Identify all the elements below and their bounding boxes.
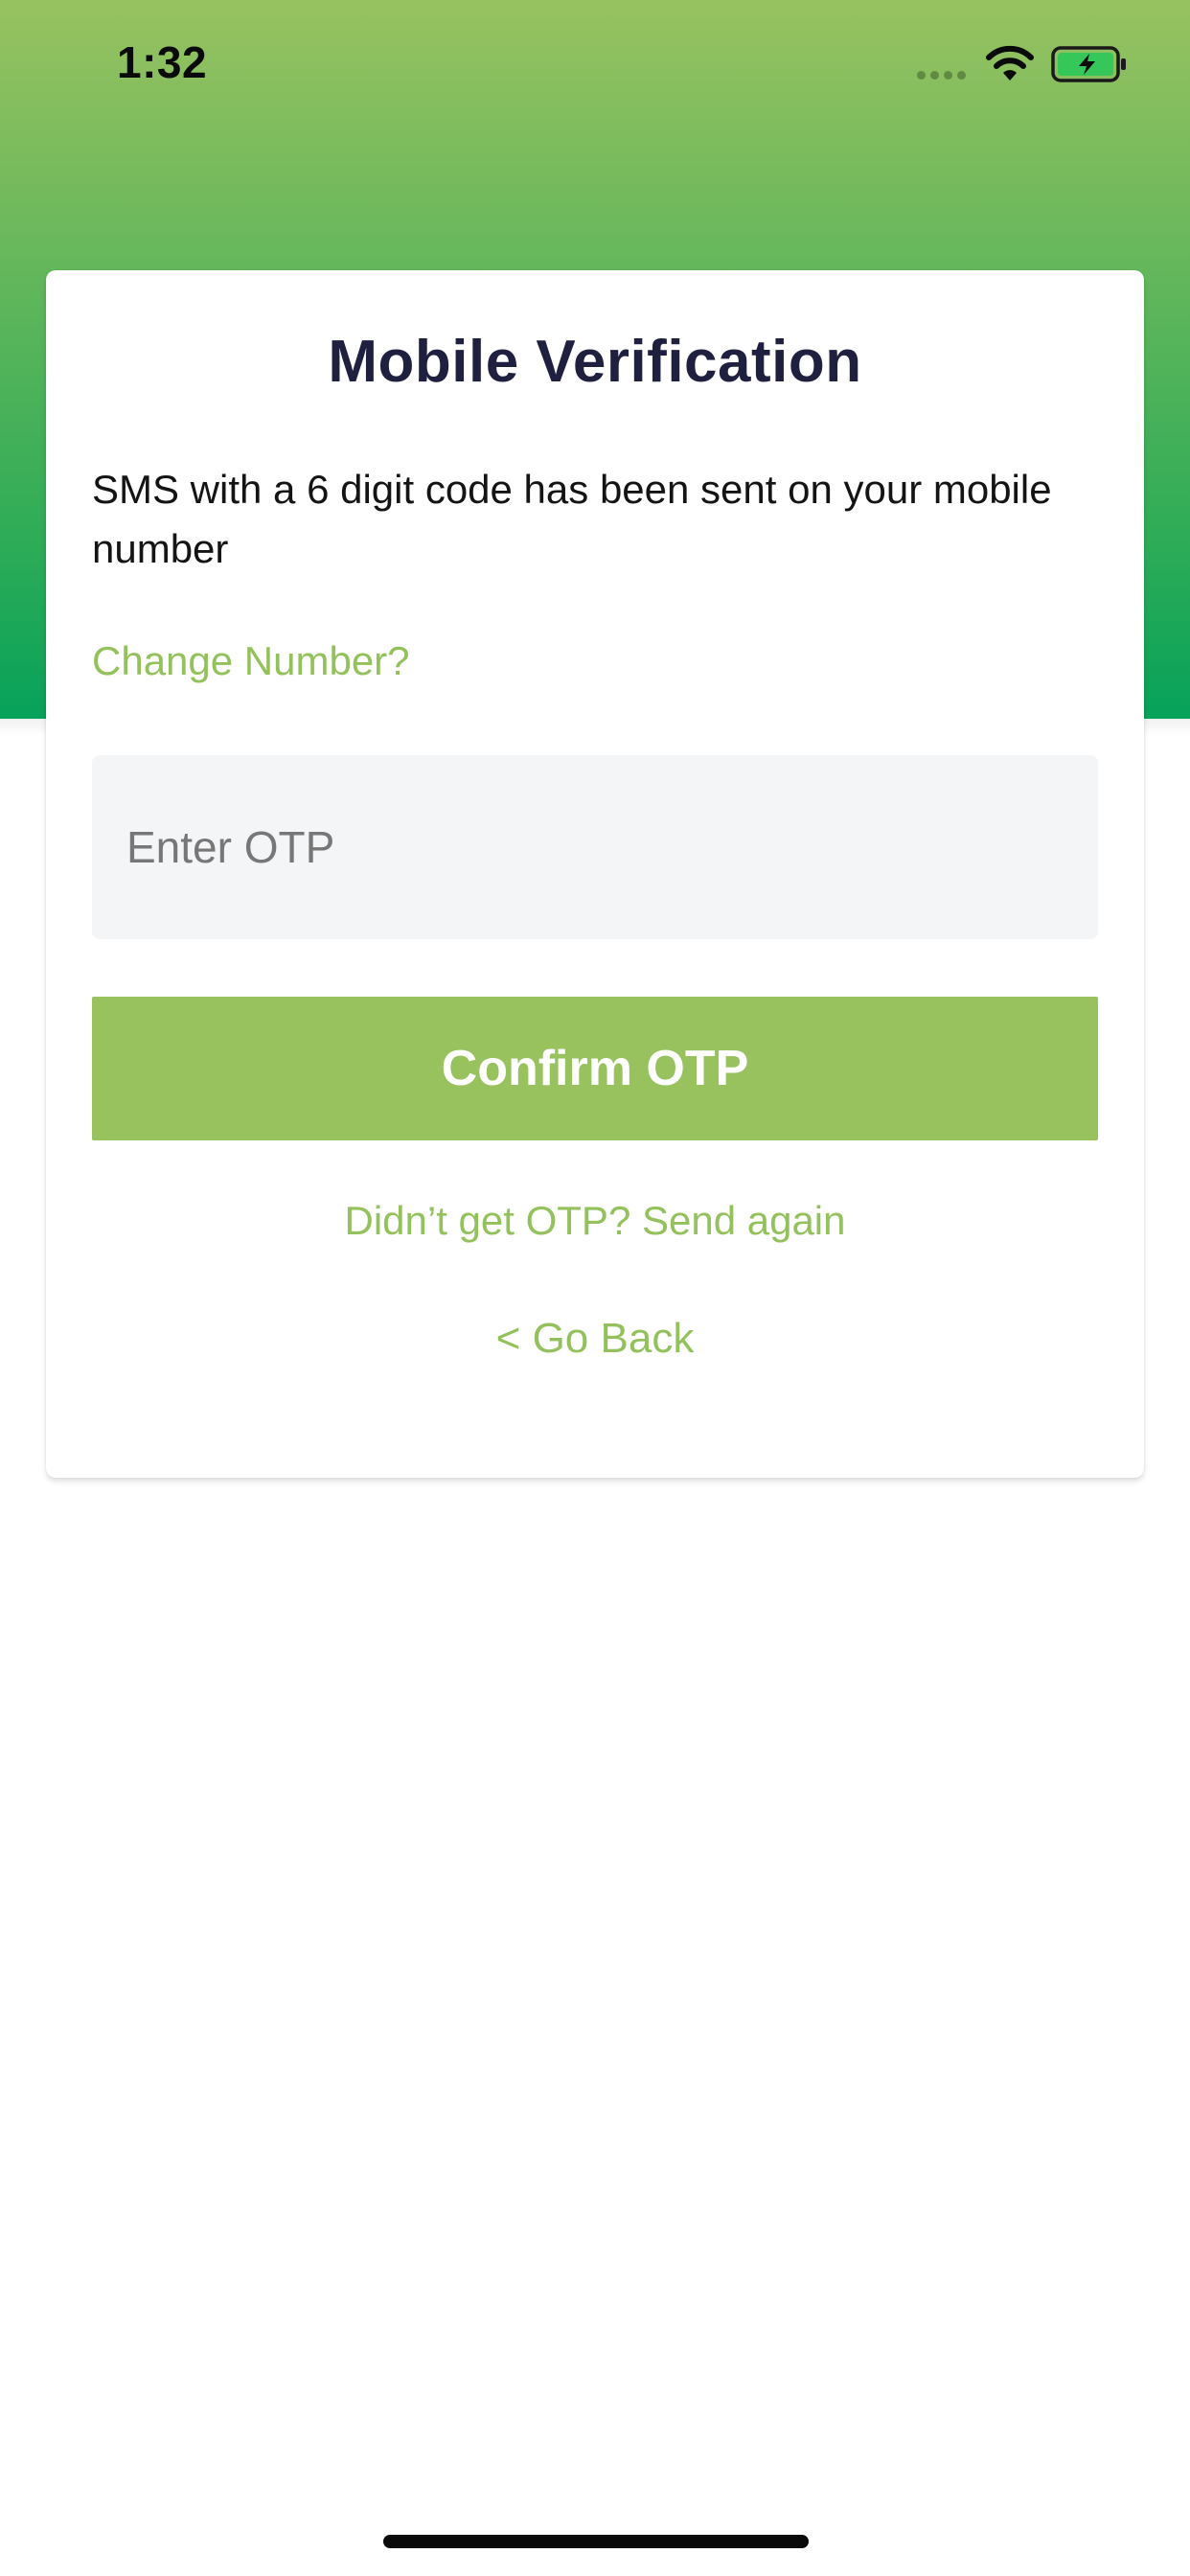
battery-charging-icon xyxy=(1051,46,1126,82)
resend-otp-link[interactable]: Didn’t get OTP? Send again xyxy=(46,1198,1144,1244)
confirm-otp-button[interactable]: Confirm OTP xyxy=(92,997,1098,1140)
wifi-icon xyxy=(986,45,1034,80)
status-time: 1:32 xyxy=(117,37,208,87)
status-bar: 1:32 xyxy=(0,0,1190,129)
change-number-link[interactable]: Change Number? xyxy=(92,638,410,684)
verification-description: SMS with a 6 digit code has been sent on… xyxy=(92,467,1052,571)
cellular-signal-icon xyxy=(917,71,966,80)
home-indicator[interactable] xyxy=(383,2535,809,2548)
otp-input[interactable] xyxy=(92,755,1098,939)
verification-card: Mobile Verification SMS with a 6 digit c… xyxy=(46,270,1144,1478)
page-title: Mobile Verification xyxy=(328,329,862,395)
go-back-link[interactable]: < Go Back xyxy=(46,1315,1144,1363)
